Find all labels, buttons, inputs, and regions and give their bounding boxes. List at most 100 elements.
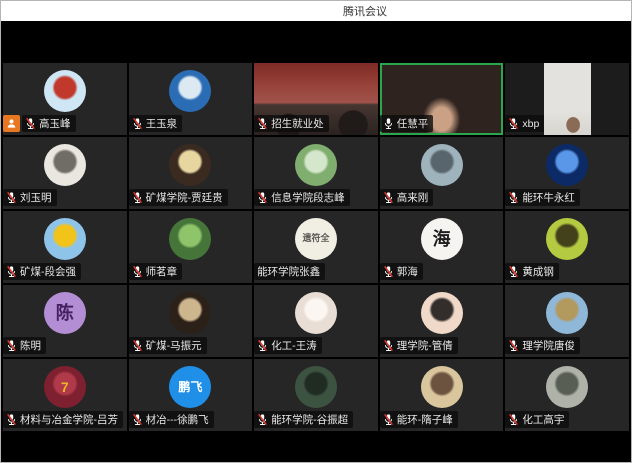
- participant-tile[interactable]: 任慧平: [380, 63, 504, 135]
- tile-status-row: 招生就业处: [254, 115, 329, 132]
- name-chip: 矿煤-马振元: [129, 337, 207, 354]
- participant-tile[interactable]: 海郭海: [380, 211, 504, 283]
- participant-name: 黄成钢: [522, 264, 554, 279]
- mic-muted-icon: [383, 191, 394, 204]
- participant-tile[interactable]: 能环学院-谷振超: [254, 359, 378, 431]
- tile-status-row: 高玉峰: [3, 115, 76, 132]
- mic-muted-icon: [6, 413, 17, 426]
- name-chip: 化工高宇: [505, 411, 569, 428]
- name-chip: 能环牛永红: [505, 189, 580, 206]
- mic-muted-icon: [6, 191, 17, 204]
- participant-name: 能环学院-谷振超: [271, 412, 348, 427]
- participant-tile[interactable]: 矿煤-段会强: [3, 211, 127, 283]
- tile-status-row: 高来刚: [380, 189, 434, 206]
- name-chip: 高玉峰: [22, 115, 76, 132]
- name-chip: 材冶---徐鹏飞: [129, 411, 214, 428]
- mic-muted-icon: [25, 117, 36, 130]
- participant-tile[interactable]: 能环牛永红: [505, 137, 629, 209]
- participant-avatar: [546, 292, 588, 334]
- participant-name: 郭海: [397, 264, 418, 279]
- participant-avatar: 鹏飞: [169, 366, 211, 408]
- name-chip: 理学院唐俊: [505, 337, 580, 354]
- participant-avatar: [169, 292, 211, 334]
- host-badge: [3, 115, 20, 132]
- tile-status-row: 师茗章: [129, 263, 183, 280]
- tile-status-row: 矿煤学院-贾廷贵: [129, 189, 228, 206]
- name-chip: 陈明: [3, 337, 46, 354]
- participant-avatar: [295, 292, 337, 334]
- tile-status-row: 理学院-管倩: [380, 337, 458, 354]
- name-chip: 任慧平: [380, 115, 434, 132]
- name-chip: 王玉泉: [129, 115, 183, 132]
- participant-name: 化工高宇: [522, 412, 564, 427]
- participant-tile[interactable]: 招生就业处: [254, 63, 378, 135]
- name-chip: 信息学院段志峰: [254, 189, 350, 206]
- participant-avatar: 海: [421, 218, 463, 260]
- participant-tile[interactable]: 陈陈明: [3, 285, 127, 357]
- mic-muted-icon: [132, 413, 143, 426]
- participant-tile[interactable]: 理学院唐俊: [505, 285, 629, 357]
- name-chip: 材料与冶金学院-吕芳: [3, 411, 123, 428]
- participant-tile[interactable]: 能环-隋子峰: [380, 359, 504, 431]
- participant-name: 高来刚: [397, 190, 429, 205]
- participant-tile[interactable]: 师茗章: [129, 211, 253, 283]
- participant-tile[interactable]: 理学院-管倩: [380, 285, 504, 357]
- participant-tile[interactable]: 刘玉明: [3, 137, 127, 209]
- participant-name: 矿煤-段会强: [20, 264, 76, 279]
- participant-avatar: [169, 218, 211, 260]
- name-chip: xbp: [505, 115, 544, 132]
- tile-status-row: xbp: [505, 115, 544, 132]
- mic-muted-icon: [508, 413, 519, 426]
- tile-status-row: 郭海: [380, 263, 423, 280]
- participant-tile[interactable]: 遗符全能环学院张鑫: [254, 211, 378, 283]
- participant-tile[interactable]: 高玉峰: [3, 63, 127, 135]
- participant-tile[interactable]: 化工-王涛: [254, 285, 378, 357]
- participant-tile[interactable]: 矿煤学院-贾廷贵: [129, 137, 253, 209]
- participant-tile[interactable]: 矿煤-马振元: [129, 285, 253, 357]
- participant-name: 师茗章: [146, 264, 178, 279]
- participant-tile[interactable]: 7材料与冶金学院-吕芳: [3, 359, 127, 431]
- title-bar: 腾讯会议: [1, 1, 631, 21]
- participant-name: 高玉峰: [39, 116, 71, 131]
- participant-name: 矿煤学院-贾廷贵: [146, 190, 223, 205]
- mic-on-icon: [383, 117, 394, 130]
- participant-tile[interactable]: 鹏飞材冶---徐鹏飞: [129, 359, 253, 431]
- participant-tile[interactable]: 化工高宇: [505, 359, 629, 431]
- mic-muted-icon: [257, 339, 268, 352]
- name-chip: 矿煤学院-贾廷贵: [129, 189, 228, 206]
- name-chip: 能环学院-谷振超: [254, 411, 353, 428]
- participant-tile[interactable]: 信息学院段志峰: [254, 137, 378, 209]
- bottom-bar: [1, 433, 631, 462]
- participant-name: 王玉泉: [146, 116, 178, 131]
- name-chip: 化工-王涛: [254, 337, 322, 354]
- mic-muted-icon: [383, 339, 394, 352]
- name-chip: 高来刚: [380, 189, 434, 206]
- mic-muted-icon: [132, 265, 143, 278]
- participant-tile[interactable]: 高来刚: [380, 137, 504, 209]
- tile-status-row: 能环学院-谷振超: [254, 411, 353, 428]
- mic-muted-icon: [508, 339, 519, 352]
- tile-status-row: 黄成钢: [505, 263, 559, 280]
- participant-avatar: [421, 144, 463, 186]
- tile-status-row: 任慧平: [380, 115, 434, 132]
- name-chip: 郭海: [380, 263, 423, 280]
- tile-status-row: 能环牛永红: [505, 189, 580, 206]
- participant-avatar: [295, 144, 337, 186]
- tile-status-row: 材料与冶金学院-吕芳: [3, 411, 123, 428]
- participant-name: 理学院-管倩: [397, 338, 453, 353]
- participant-name: 刘玉明: [20, 190, 52, 205]
- tile-status-row: 刘玉明: [3, 189, 57, 206]
- mic-muted-icon: [132, 117, 143, 130]
- participant-grid: 高玉峰王玉泉招生就业处任慧平xbp刘玉明矿煤学院-贾廷贵信息学院段志峰高来刚能环…: [1, 61, 631, 433]
- participant-tile[interactable]: 黄成钢: [505, 211, 629, 283]
- mic-muted-icon: [257, 413, 268, 426]
- participant-name: 能环牛永红: [522, 190, 575, 205]
- mic-muted-icon: [132, 339, 143, 352]
- participant-tile[interactable]: 王玉泉: [129, 63, 253, 135]
- participant-avatar: [546, 218, 588, 260]
- tile-status-row: 化工-王涛: [254, 337, 322, 354]
- participant-name: 矿煤-马振元: [146, 338, 202, 353]
- participant-name: 招生就业处: [271, 116, 324, 131]
- participant-avatar: [44, 144, 86, 186]
- participant-tile[interactable]: xbp: [505, 63, 629, 135]
